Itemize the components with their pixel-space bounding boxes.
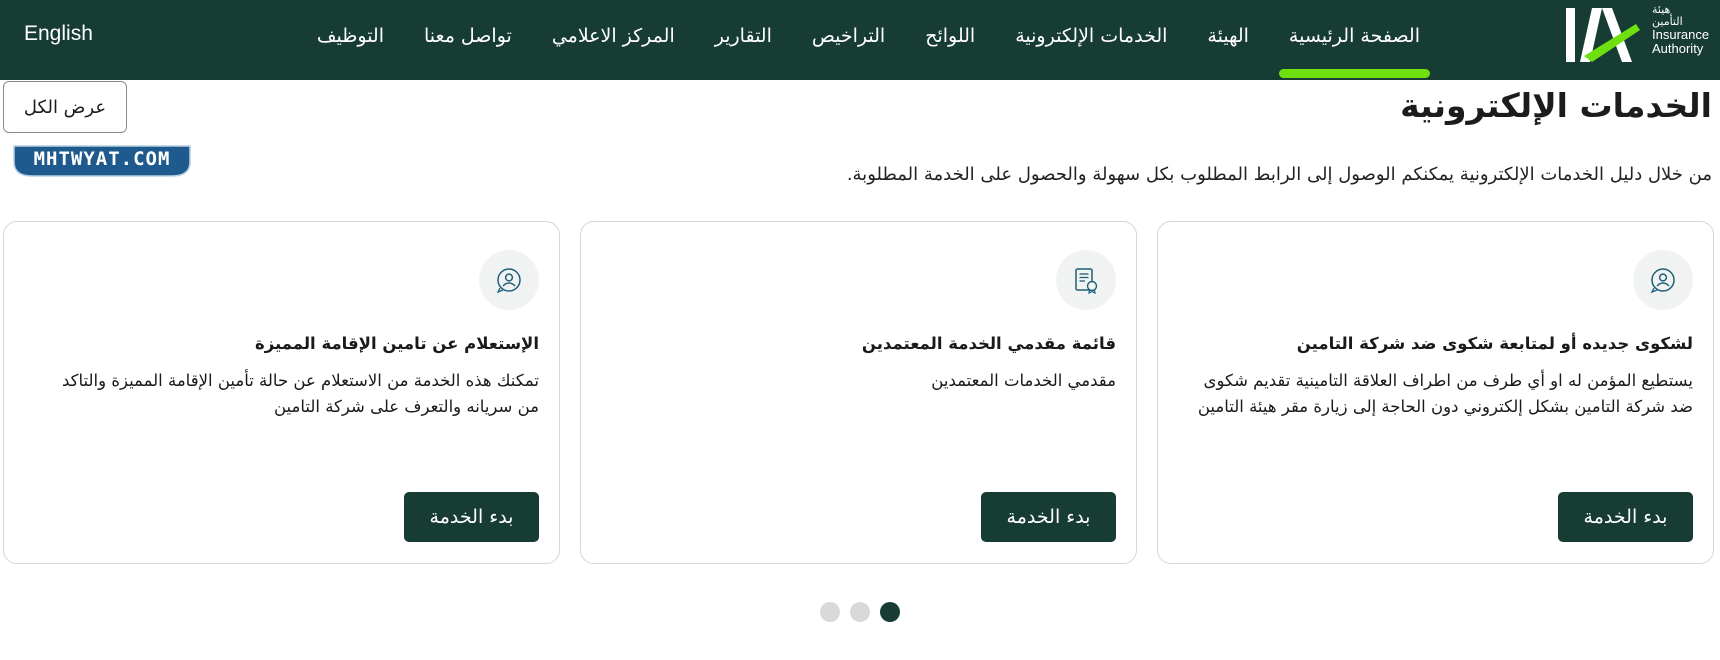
pagination-dot-2[interactable] bbox=[850, 602, 870, 622]
card-description: تمكنك هذه الخدمة من الاستعلام عن حالة تأ… bbox=[61, 371, 539, 416]
view-all-button[interactable]: عرض الكل bbox=[3, 81, 127, 133]
service-card-premium-residency: الإستعلام عن تامين الإقامة المميزة تمكنك… bbox=[3, 221, 560, 564]
card-title: قائمة مقدمي الخدمة المعتمدين bbox=[861, 334, 1116, 353]
nav-item-home[interactable]: الصفحة الرئيسية bbox=[1278, 0, 1431, 80]
card-description: مقدمي الخدمات المعتمدين bbox=[931, 371, 1116, 390]
pagination-dot-1-active[interactable] bbox=[880, 602, 900, 622]
main-navigation: الصفحة الرئيسية الهيئة الخدمات الإلكترون… bbox=[317, 0, 1431, 80]
carousel-pagination bbox=[820, 602, 900, 622]
logo-wordmark: هيئة التأمين Insurance Authority bbox=[1652, 4, 1714, 56]
watermark-text: MHTWYAT.COM bbox=[33, 148, 171, 170]
person-chat-icon bbox=[479, 250, 539, 310]
pagination-dot-3[interactable] bbox=[820, 602, 840, 622]
nav-item-e-services[interactable]: الخدمات الإلكترونية bbox=[1015, 0, 1167, 80]
card-title: لشكوى جديده أو لمتابعة شكوى ضد شركة التا… bbox=[1296, 334, 1693, 353]
nav-item-contact-us[interactable]: تواصل معنا bbox=[424, 0, 512, 80]
nav-item-media-center[interactable]: المركز الاعلامي bbox=[552, 0, 675, 80]
service-card-approved-providers: قائمة مقدمي الخدمة المعتمدين مقدمي الخدم… bbox=[580, 221, 1137, 564]
document-certificate-icon bbox=[1056, 250, 1116, 310]
nav-item-authority[interactable]: الهيئة bbox=[1207, 0, 1248, 80]
logo-english-line2: Authority bbox=[1652, 41, 1704, 56]
start-service-button[interactable]: بدء الخدمة bbox=[404, 492, 539, 542]
nav-item-careers[interactable]: التوظيف bbox=[317, 0, 384, 80]
top-navigation-bar: English الصفحة الرئيسية الهيئة الخدمات ا… bbox=[0, 0, 1720, 80]
nav-item-regulations[interactable]: اللوائح bbox=[925, 0, 975, 80]
card-description: يستطيع المؤمن له او أي طرف من اطراف العل… bbox=[1197, 371, 1693, 416]
start-service-button[interactable]: بدء الخدمة bbox=[981, 492, 1116, 542]
section-subtitle: من خلال دليل الخدمات الإلكترونية يمكنكم … bbox=[846, 164, 1712, 185]
service-card-complaint: لشكوى جديده أو لمتابعة شكوى ضد شركة التا… bbox=[1157, 221, 1714, 564]
nav-item-reports[interactable]: التقارير bbox=[715, 0, 772, 80]
page-title: الخدمات الإلكترونية bbox=[1400, 86, 1712, 125]
logo-english-line1: Insurance bbox=[1652, 27, 1710, 42]
nav-item-licenses[interactable]: التراخيص bbox=[812, 0, 885, 80]
start-service-button[interactable]: بدء الخدمة bbox=[1558, 492, 1693, 542]
card-title: الإستعلام عن تامين الإقامة المميزة bbox=[254, 334, 539, 353]
person-chat-icon bbox=[1633, 250, 1693, 310]
language-switch-link[interactable]: English bbox=[24, 22, 93, 46]
